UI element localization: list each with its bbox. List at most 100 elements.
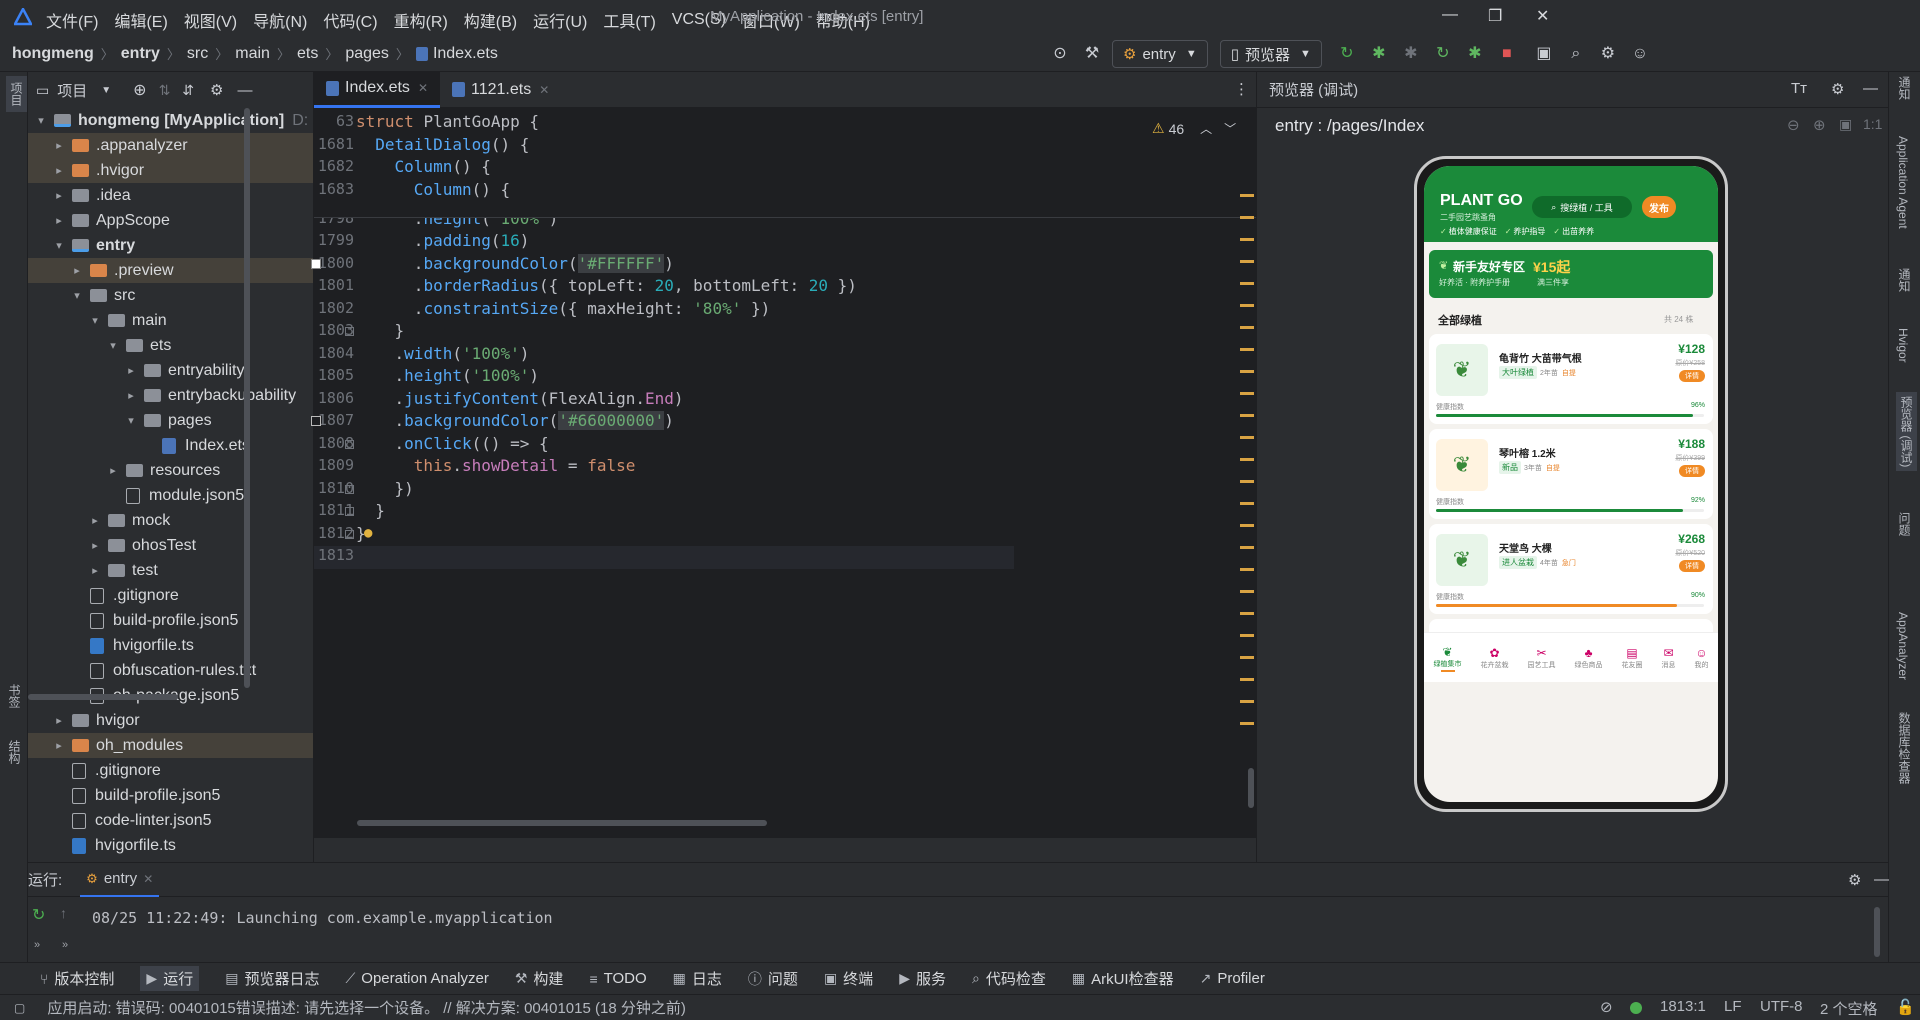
caret-position[interactable]: 1813:1 [1660, 998, 1706, 1015]
code-line[interactable]: .constraintSize({ maxHeight: '80%' }) [356, 299, 770, 318]
editor-h-scrollbar[interactable] [357, 820, 767, 826]
bottom-tool-button[interactable]: ⚒ 构建 [515, 968, 564, 989]
right-tool-button[interactable]: 数据库检查器 [1896, 712, 1913, 784]
breadcrumb-item[interactable]: pages [345, 45, 389, 63]
code-line[interactable]: this.showDetail = false [356, 456, 636, 475]
chevron-right-icon[interactable]: ▸ [52, 214, 66, 227]
chevron-down-icon[interactable]: ▾ [70, 289, 84, 302]
bottom-nav-item[interactable]: ♣ 绿色商品 [1575, 646, 1603, 670]
chevron-right-icon[interactable]: ▸ [106, 464, 120, 477]
lock-icon[interactable]: 🔓 [1896, 998, 1915, 1016]
warning-marker[interactable] [1240, 458, 1254, 461]
debug-icon[interactable]: ✱ [1368, 43, 1390, 65]
right-tool-button[interactable]: 预览器 (调试) [1896, 392, 1917, 472]
editor-tab[interactable]: Index.ets ✕ [314, 71, 440, 108]
hammer-icon[interactable]: ⚒ [1081, 43, 1103, 65]
code-line[interactable]: .onClick(() => { [356, 434, 549, 453]
bottom-tool-button[interactable]: ⓘ 问题 [748, 968, 798, 989]
code-line[interactable]: .backgroundColor('#FFFFFF') [356, 253, 674, 273]
tree-scrollbar[interactable] [244, 108, 250, 688]
chevron-down-icon[interactable]: ▼ [101, 85, 111, 96]
prev-warning-icon[interactable]: ︿ [1200, 120, 1212, 137]
tree-item[interactable]: ▾ ets [28, 333, 313, 358]
plant-card[interactable]: ❦ 龟背竹 大苗带气根 大叶绿植 2年苗 自提 ¥128 原价¥258 详情 健康指数 96% [1429, 334, 1713, 424]
chevron-down-icon[interactable]: ▾ [124, 414, 138, 427]
minimize-icon[interactable]: — [1442, 6, 1458, 24]
zoom-in-icon[interactable]: ⊕ [1813, 116, 1826, 134]
chevron-right-icon[interactable]: ▸ [124, 389, 138, 402]
warning-marker[interactable] [1240, 326, 1254, 329]
menu-item[interactable]: 重构(R) [394, 8, 448, 32]
menu-item[interactable]: 运行(U) [533, 8, 587, 32]
code-line[interactable]: .backgroundColor('#66000000') [356, 411, 674, 430]
code-editor[interactable]: 1797 .width('88%')1798 .height('100%')17… [311, 108, 1256, 838]
tree-item[interactable]: ▾ main [28, 308, 313, 333]
collapse-all-icon[interactable]: ⇵ [182, 82, 194, 99]
menu-item[interactable]: 构建(B) [464, 8, 517, 32]
close-icon[interactable]: ✕ [539, 83, 549, 97]
gear-icon[interactable]: ⚙ [1831, 80, 1844, 98]
chevron-right-icon[interactable]: ▸ [124, 364, 138, 377]
run-log-scrollbar[interactable] [1874, 907, 1880, 957]
chevron-right-icon[interactable]: ▸ [52, 164, 66, 177]
up-arrow-icon[interactable]: ↑ [60, 905, 67, 921]
warning-marker[interactable] [1240, 392, 1254, 395]
menu-item[interactable]: 工具(T) [603, 8, 655, 32]
run-tab-entry[interactable]: ⚙ entry ✕ [80, 863, 160, 897]
close-icon[interactable]: ✕ [418, 81, 428, 95]
bulb-icon[interactable]: ● [364, 525, 372, 541]
bottom-nav-item[interactable]: ✉ 消息 [1662, 646, 1676, 670]
code-line[interactable]: } [356, 321, 405, 340]
sticky-code-line[interactable]: Column() { [356, 157, 491, 176]
publish-button[interactable]: 发布 [1642, 196, 1676, 218]
menu-item[interactable]: 文件(F) [46, 8, 98, 32]
fit-screen-icon[interactable]: ▣ [1839, 116, 1852, 133]
warning-marker[interactable] [1240, 216, 1254, 219]
warning-marker[interactable] [1240, 590, 1254, 593]
menu-item[interactable]: 代码(C) [323, 8, 377, 32]
tree-item[interactable]: .gitignore [28, 758, 313, 783]
tree-item[interactable]: ▸ oh_modules [28, 733, 313, 758]
tree-item[interactable]: ▸ AppScope [28, 208, 313, 233]
tree-item[interactable]: ▸ test [28, 558, 313, 583]
profiler-icon[interactable]: ✱ [1464, 43, 1486, 65]
locate-icon[interactable]: ⊕ [133, 80, 146, 100]
tree-item[interactable]: ▾ pages [28, 408, 313, 433]
tree-item[interactable]: hvigorfile.ts [28, 833, 313, 858]
zoom-out-icon[interactable]: ⊖ [1787, 116, 1800, 134]
tree-item[interactable]: build-profile.json5 [28, 783, 313, 808]
settings-icon[interactable]: ⚙ [1597, 43, 1619, 65]
detail-button[interactable]: 详情 [1679, 370, 1705, 382]
bottom-tool-button[interactable]: ▶ 服务 [899, 968, 946, 989]
warning-marker[interactable] [1240, 436, 1254, 439]
bottom-tool-button[interactable]: ▣ 终端 [824, 968, 873, 989]
chevron-right-icon[interactable]: ▸ [88, 564, 102, 577]
menu-item[interactable]: 导航(N) [253, 8, 307, 32]
warning-marker[interactable] [1240, 238, 1254, 241]
chevron-right-icon[interactable]: ▸ [88, 539, 102, 552]
bottom-nav-item[interactable]: ▤ 花友圈 [1622, 646, 1643, 670]
tree-item[interactable]: ▾ hongmeng [MyApplication] D: [28, 108, 313, 133]
bottom-tool-button[interactable]: ⟋ Operation Analyzer [345, 970, 488, 987]
project-panel-title[interactable]: 项目 [57, 80, 87, 101]
tree-item[interactable]: ▸ .preview [28, 258, 313, 283]
bottom-nav-item[interactable]: ✿ 花卉盆栽 [1481, 646, 1509, 670]
one-to-one-icon[interactable]: 1:1 [1863, 116, 1882, 132]
bookmarks-tool-button[interactable]: 书签 [6, 684, 23, 708]
project-tool-button[interactable]: 项目 [6, 76, 27, 112]
status-panel-icon[interactable]: ▢ [14, 1001, 25, 1015]
right-tool-button[interactable]: Application Agent [1896, 136, 1910, 229]
warning-marker[interactable] [1240, 524, 1254, 527]
close-icon[interactable]: ✕ [1536, 6, 1549, 26]
menu-item[interactable]: 编辑(E) [114, 8, 167, 32]
tree-item[interactable]: ▸ .hvigor [28, 158, 313, 183]
bottom-tool-button[interactable]: ⑂ 版本控制 [40, 968, 114, 989]
bottom-tool-button[interactable]: ▤ 预览器日志 [225, 968, 319, 989]
tree-item[interactable]: ▾ entry [28, 233, 313, 258]
right-tool-button[interactable]: 通知 [1896, 268, 1913, 292]
tree-item[interactable]: ▸ hvigor [28, 708, 313, 733]
color-swatch-white[interactable] [311, 258, 321, 269]
plant-card-partial[interactable] [1429, 619, 1713, 633]
menu-item[interactable]: 视图(V) [184, 8, 237, 32]
plant-card[interactable]: ❦ 天堂鸟 大棵 进人盆栽 4年苗 急门 ¥268 原价¥520 详情 健康指数 90% [1429, 524, 1713, 614]
